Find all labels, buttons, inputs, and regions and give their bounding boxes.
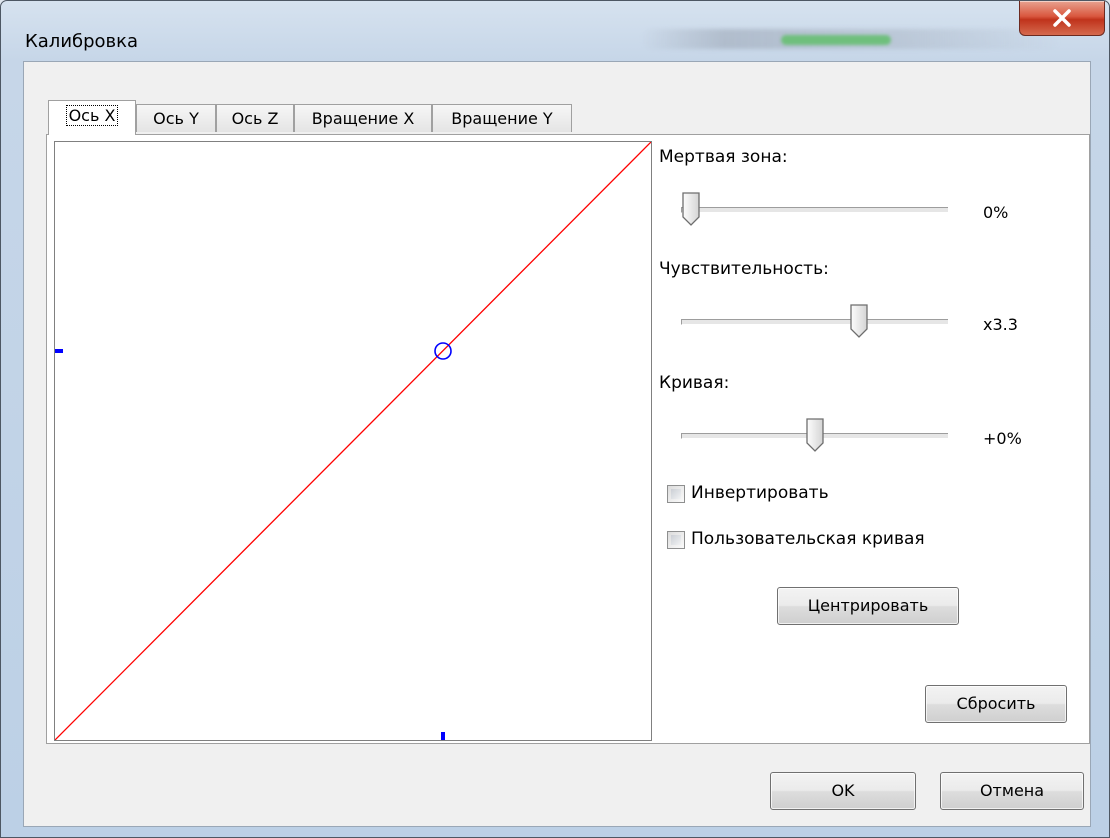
tab-panel: Мертвая зона: 0% Чувствительность: x3.3 … — [46, 134, 1090, 744]
invert-label[interactable]: Инвертировать — [691, 483, 829, 503]
curve-slider[interactable] — [681, 417, 951, 457]
dead-zone-label: Мертвая зона: — [659, 147, 788, 167]
center-button[interactable]: Центрировать — [777, 587, 959, 625]
title-bar-progress-blur — [781, 35, 891, 45]
tab-rotation-x[interactable]: Вращение X — [294, 104, 432, 132]
slider-thumb[interactable] — [681, 191, 701, 227]
response-curve — [55, 142, 651, 740]
close-button[interactable] — [1019, 1, 1105, 36]
sensitivity-label: Чувствительность: — [659, 259, 829, 279]
slider-thumb[interactable] — [805, 417, 825, 453]
invert-checkbox[interactable] — [667, 485, 685, 503]
tab-label: Ось X — [65, 105, 119, 126]
tab-rotation-y[interactable]: Вращение Y — [432, 104, 572, 132]
slider-track — [681, 319, 948, 325]
close-icon — [1053, 9, 1071, 27]
custom-curve-label[interactable]: Пользовательская кривая — [691, 529, 925, 549]
window-title: Калибровка — [25, 31, 139, 52]
calibration-graph — [54, 141, 652, 741]
x-axis-indicator — [441, 732, 445, 740]
sensitivity-value: x3.3 — [983, 315, 1018, 334]
tab-axis-y[interactable]: Ось Y — [136, 104, 216, 132]
curve-value: +0% — [983, 429, 1022, 448]
title-bar[interactable]: Калибровка — [1, 1, 1109, 61]
y-axis-indicator — [55, 349, 63, 353]
slider-thumb[interactable] — [849, 303, 869, 339]
tab-axis-z[interactable]: Ось Z — [216, 104, 294, 132]
sensitivity-slider[interactable] — [681, 303, 951, 343]
custom-curve-checkbox[interactable] — [667, 531, 685, 549]
dead-zone-slider[interactable] — [681, 191, 951, 231]
cancel-button[interactable]: Отмена — [940, 772, 1084, 810]
ok-button[interactable]: OK — [770, 772, 916, 810]
curve-label: Кривая: — [659, 373, 730, 393]
slider-track — [681, 207, 948, 213]
calibration-dialog: Калибровка Ось X Ось Y Ось Z Вращение X … — [0, 0, 1110, 838]
tab-axis-x[interactable]: Ось X — [48, 100, 136, 135]
dialog-client-area: Ось X Ось Y Ось Z Вращение X Вращение Y … — [23, 61, 1091, 827]
reset-button[interactable]: Сбросить — [925, 685, 1067, 723]
dead-zone-value: 0% — [983, 203, 1009, 222]
